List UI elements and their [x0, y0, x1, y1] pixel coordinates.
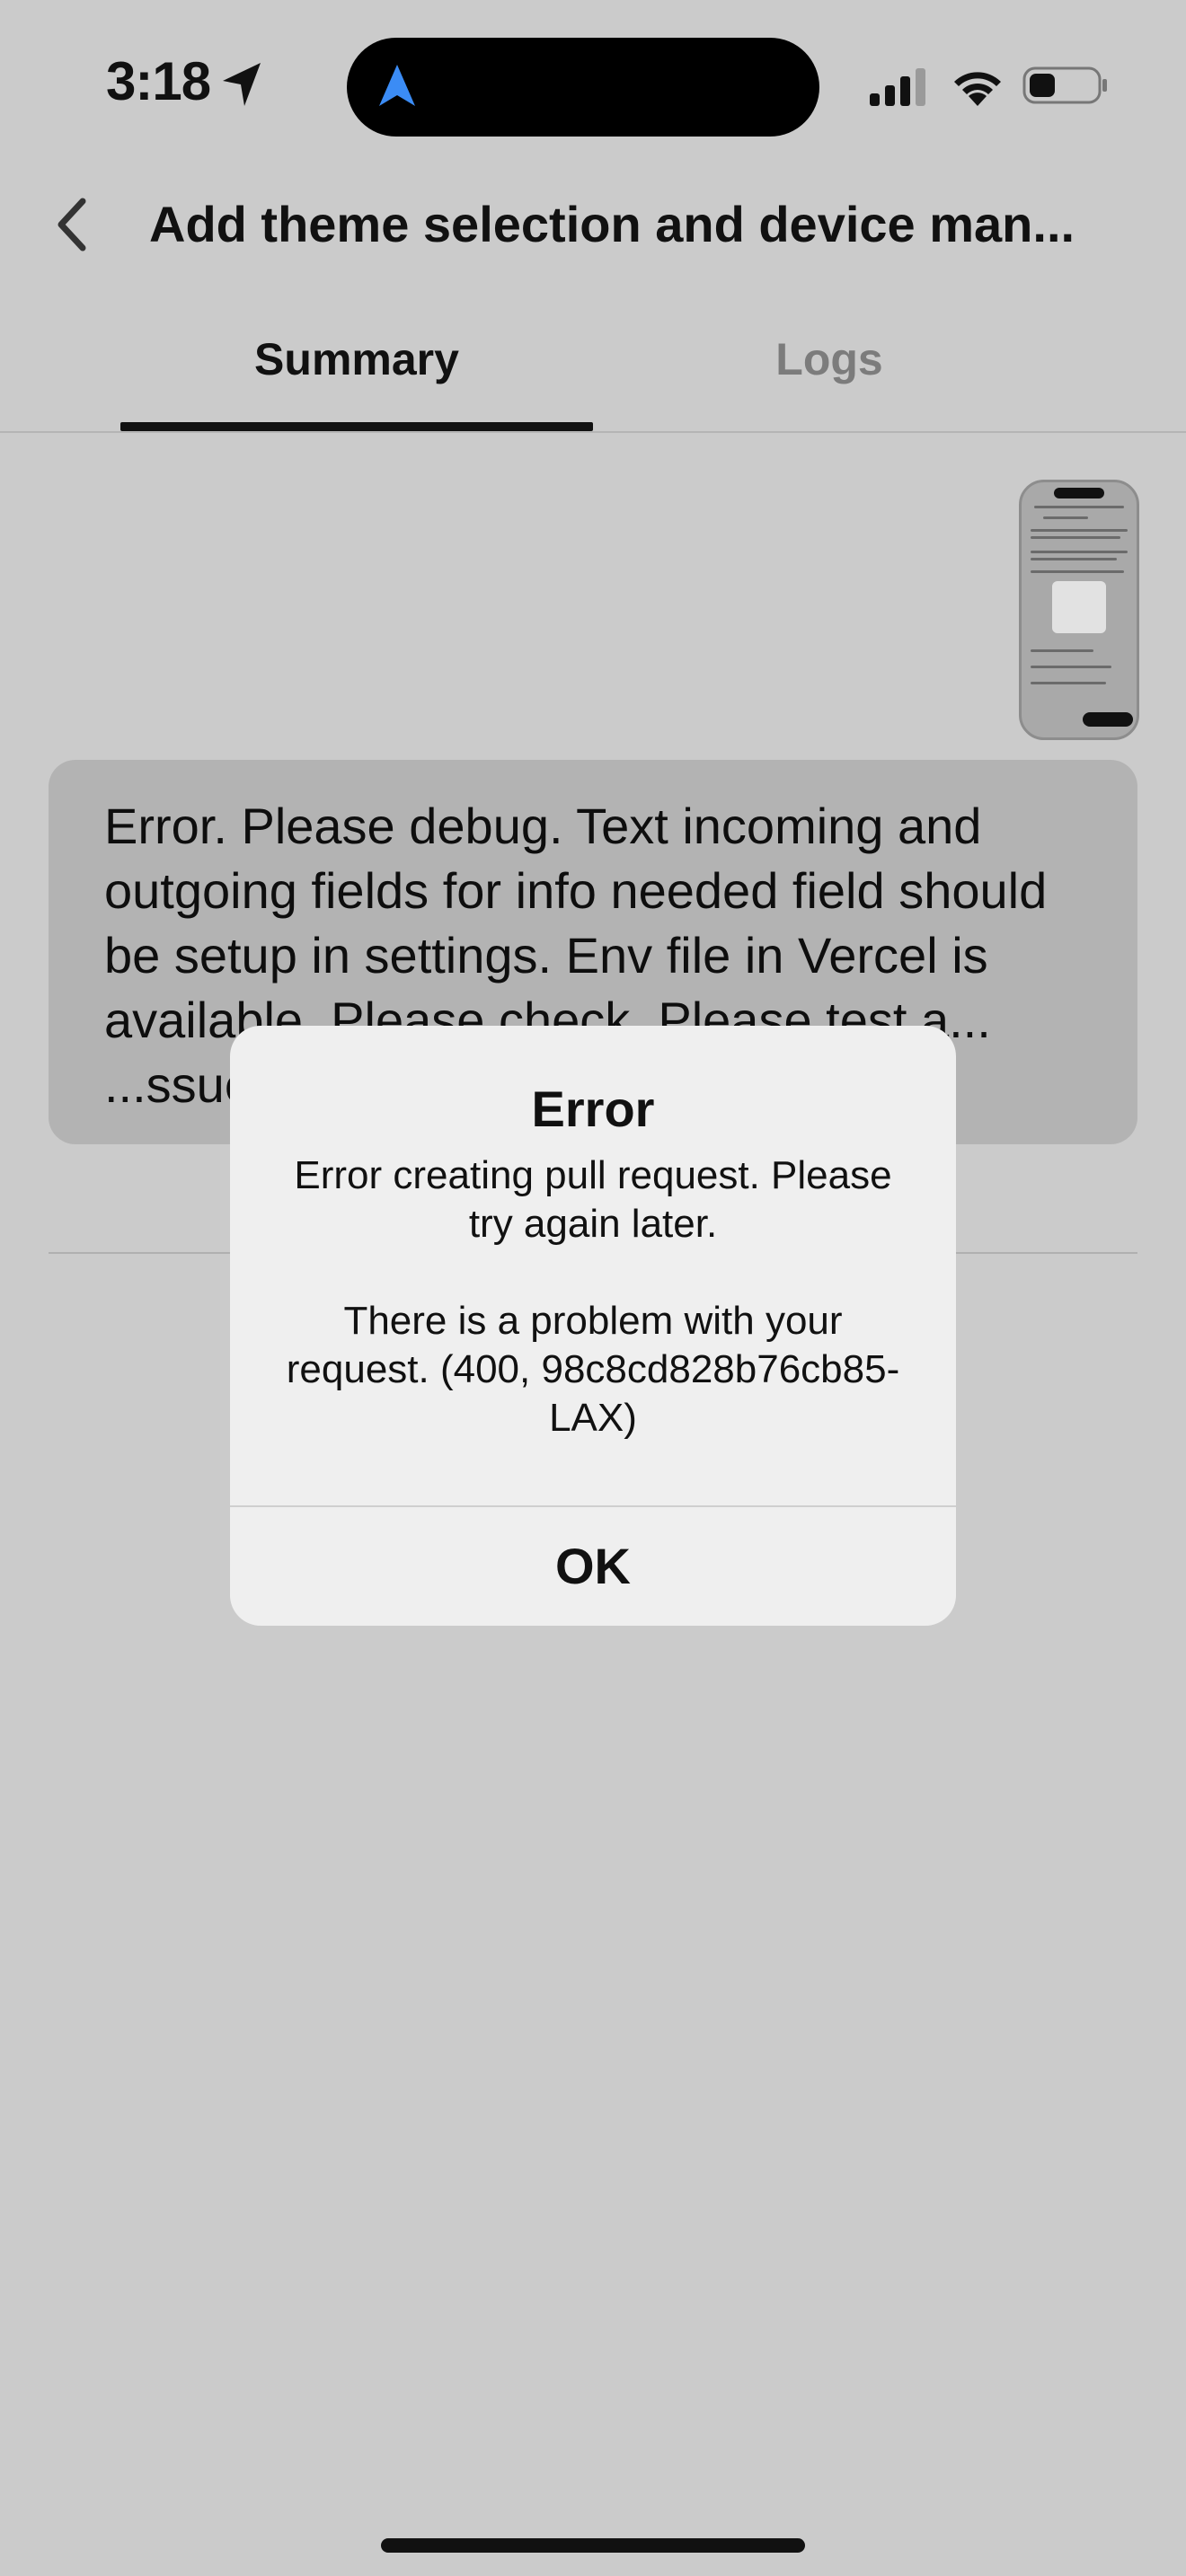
location-arrow-icon [223, 63, 261, 106]
page-title: Add theme selection and device man... [149, 196, 1075, 252]
ok-button[interactable]: OK [230, 1507, 956, 1626]
thumbnail-line [1031, 558, 1117, 560]
thumbnail-line [1043, 516, 1088, 519]
home-indicator[interactable] [381, 2538, 805, 2553]
thumbnail-line [1031, 649, 1093, 652]
navigation-arrow-icon [379, 65, 415, 106]
error-alert-dialog: Error Error creating pull request. Pleas… [230, 1026, 956, 1626]
alert-title: Error [531, 1081, 655, 1137]
tab-logs[interactable]: Logs [593, 314, 1066, 426]
tab-bar: Summary Logs [0, 314, 1186, 433]
wifi-icon [954, 72, 1001, 106]
thumbnail-line [1034, 506, 1124, 508]
thumbnail-button [1083, 712, 1133, 727]
status-time: 3:18 [106, 51, 211, 111]
dynamic-island [347, 38, 819, 137]
back-button[interactable] [47, 192, 101, 257]
cellular-signal-icon [870, 68, 925, 106]
tabs-divider [0, 431, 1186, 433]
tab-summary[interactable]: Summary [120, 314, 593, 426]
thumbnail-island [1054, 488, 1104, 498]
alert-message-line: Error creating pull request. Please try … [294, 1153, 892, 1246]
screenshot-thumbnail[interactable] [1019, 480, 1139, 740]
thumbnail-line [1031, 536, 1120, 539]
battery-icon [1022, 66, 1107, 104]
thumbnail-line [1031, 666, 1111, 668]
alert-message-line: There is a problem with your request. (4… [286, 1299, 900, 1440]
status-bar: 3:18 [0, 0, 1186, 171]
thumbnail-line [1031, 682, 1106, 684]
thumbnail-line [1031, 570, 1124, 573]
alert-message: Error creating pull request. Please try … [284, 1151, 902, 1442]
thumbnail-dialog [1052, 581, 1106, 633]
thumbnail-line [1031, 551, 1128, 553]
active-tab-indicator [120, 422, 593, 431]
thumbnail-line [1031, 529, 1128, 532]
